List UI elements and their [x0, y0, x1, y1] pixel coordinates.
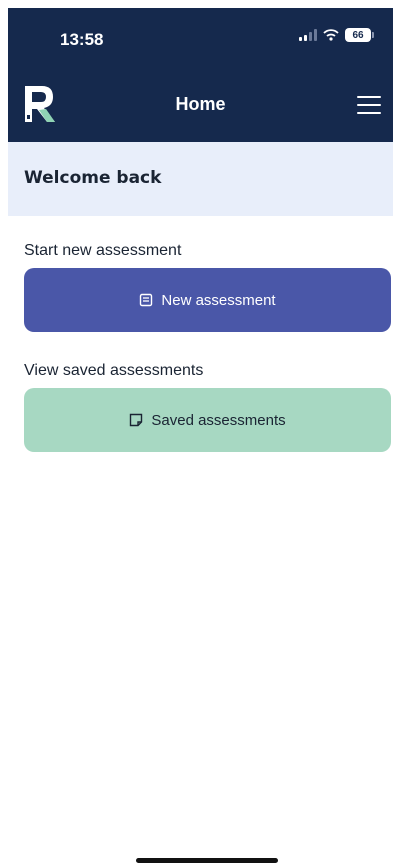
page-title: Home [175, 94, 226, 114]
wifi-icon [323, 29, 339, 41]
document-icon [140, 293, 153, 307]
note-icon [130, 413, 143, 427]
app-screen: 13:58 66 Home Welcome back Start new ass… [8, 8, 393, 864]
welcome-text: Welcome back [24, 168, 162, 188]
saved-assessments-button-label: Saved assessments [151, 411, 286, 429]
status-icons: 66 [299, 28, 374, 42]
new-assessment-button-label: New assessment [161, 291, 276, 309]
welcome-banner: Welcome back [8, 142, 393, 216]
new-assessment-label: Start new assessment [24, 242, 182, 259]
menu-button[interactable] [357, 96, 381, 114]
saved-assessments-label: View saved assessments [24, 362, 204, 379]
signal-icon [299, 29, 317, 41]
battery-icon: 66 [345, 28, 374, 42]
new-assessment-button[interactable]: New assessment [24, 268, 391, 332]
status-time: 13:58 [60, 30, 104, 49]
saved-assessments-button[interactable]: Saved assessments [24, 388, 391, 452]
app-header: 13:58 66 Home [8, 8, 393, 142]
home-indicator[interactable] [136, 858, 278, 863]
